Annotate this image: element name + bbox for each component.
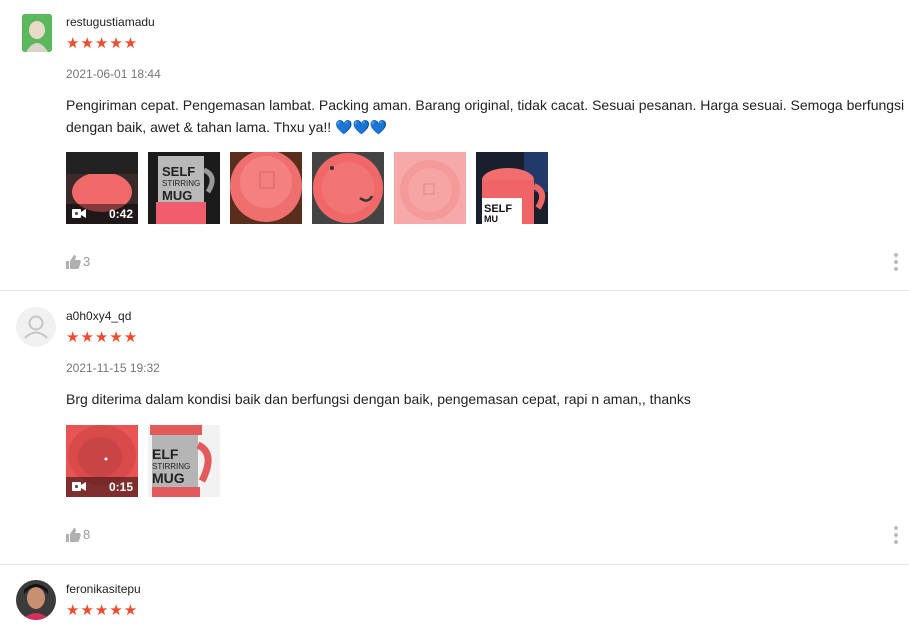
star-rating: ★★★★★ xyxy=(66,329,139,346)
review-media: 0:42 SELF STIRRING MUG SELF MU xyxy=(66,152,556,224)
avatar[interactable] xyxy=(22,14,52,52)
svg-text:STIRRING: STIRRING xyxy=(162,179,200,188)
review-text: Brg diterima dalam kondisi baik dan berf… xyxy=(66,391,691,407)
review-date: 2021-06-01 18:44 xyxy=(66,67,161,81)
reviewer-username[interactable]: a0h0xy4_qd xyxy=(66,309,131,323)
like-count: 3 xyxy=(83,254,91,269)
thumbs-up-icon xyxy=(66,528,81,542)
svg-text:MUG: MUG xyxy=(162,188,192,203)
review-text-line: Pengiriman cepat. Pengemasan lambat. Pac… xyxy=(66,97,905,113)
svg-text:MUG: MUG xyxy=(152,470,185,486)
review-media: 0:15 ELF STIRRING MUG xyxy=(66,425,226,497)
video-duration: 0:42 xyxy=(108,207,133,221)
review-text: Pengiriman cepat. Pengemasan lambat. Pac… xyxy=(66,94,906,138)
star-rating: ★★★★★ xyxy=(66,602,139,619)
review-item: restugustiamadu ★★★★★ 2021-06-01 18:44 P… xyxy=(0,0,909,290)
mug-print: SELF xyxy=(162,164,195,179)
review-video-thumbnail[interactable]: 0:15 xyxy=(66,425,138,497)
like-count: 8 xyxy=(83,527,91,542)
thumbs-up-icon xyxy=(66,255,81,269)
review-image-thumbnail[interactable] xyxy=(230,152,302,224)
video-overlay: 0:42 xyxy=(66,204,138,224)
review-item: a0h0xy4_qd ★★★★★ 2021-11-15 19:32 Brg di… xyxy=(0,291,909,564)
review-item: feronikasitepu ★★★★★ xyxy=(0,565,909,639)
review-image-thumbnail[interactable]: SELF MU xyxy=(476,152,548,224)
reviewer-username[interactable]: restugustiamadu xyxy=(66,15,155,29)
review-text-line: dengan baik, awet & tahan lama. Thxu ya!… xyxy=(66,116,906,138)
svg-text:ELF: ELF xyxy=(152,446,179,462)
more-vertical-icon[interactable] xyxy=(893,526,899,544)
user-silhouette-icon xyxy=(16,307,56,347)
review-date: 2021-11-15 19:32 xyxy=(66,361,160,375)
reviewer-username[interactable]: feronikasitepu xyxy=(66,582,141,596)
avatar[interactable] xyxy=(16,580,56,620)
review-text-line2: dengan baik, awet & tahan lama. Thxu ya!… xyxy=(66,119,336,135)
review-image-thumbnail[interactable]: SELF STIRRING MUG xyxy=(148,152,220,224)
like-button[interactable]: 8 xyxy=(66,527,106,543)
svg-text:MU: MU xyxy=(484,214,498,224)
avatar[interactable] xyxy=(16,307,56,347)
video-overlay: 0:15 xyxy=(66,477,138,497)
like-button[interactable]: 3 xyxy=(66,254,106,270)
review-video-thumbnail[interactable]: 0:42 xyxy=(66,152,138,224)
video-duration: 0:15 xyxy=(108,480,133,494)
blue-heart-emoji: 💙💙💙 xyxy=(335,119,388,135)
more-vertical-icon[interactable] xyxy=(893,253,899,271)
review-image-thumbnail[interactable] xyxy=(312,152,384,224)
star-rating: ★★★★★ xyxy=(66,35,139,52)
review-image-thumbnail[interactable]: ELF STIRRING MUG xyxy=(148,425,220,497)
review-image-thumbnail[interactable] xyxy=(394,152,466,224)
